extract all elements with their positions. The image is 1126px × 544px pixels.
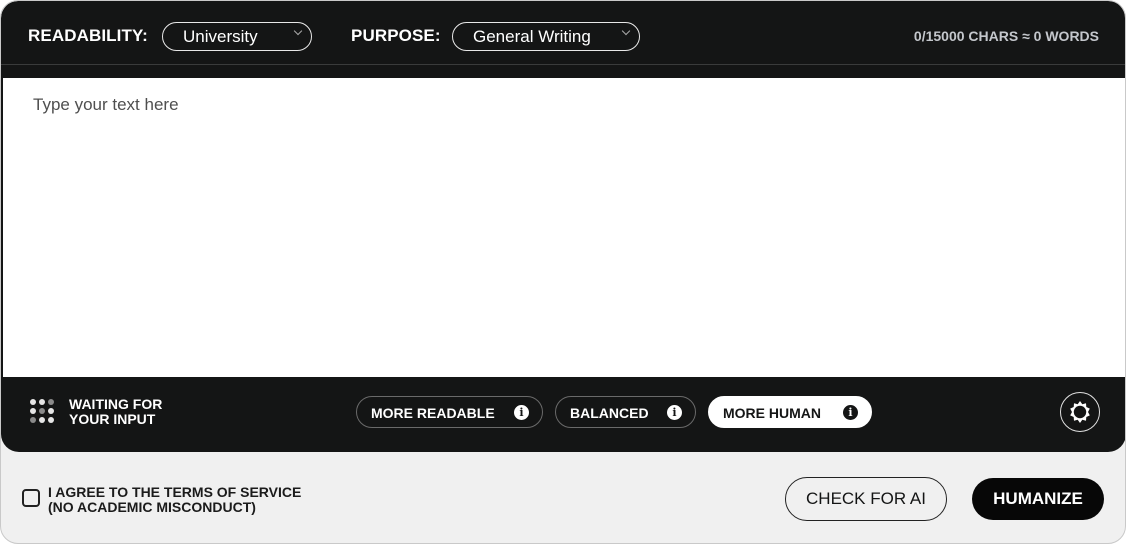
humanizer-card: READABILITY: University PURPOSE: General…: [0, 0, 1126, 544]
terms-label[interactable]: I AGREE TO THE TERMS OF SERVICE (NO ACAD…: [48, 485, 301, 515]
mode-label: MORE READABLE: [371, 405, 495, 421]
readability-label: READABILITY:: [28, 26, 148, 45]
mode-more-human[interactable]: MORE HUMAN i: [708, 396, 872, 428]
terms-checkbox[interactable]: [22, 489, 40, 507]
chevron-down-icon: [293, 26, 303, 36]
readability-value: University: [183, 27, 258, 46]
top-toolbar: READABILITY: University PURPOSE: General…: [1, 1, 1125, 65]
terms-line-2: (NO ACADEMIC MISCONDUCT): [48, 499, 256, 515]
gear-icon: [1070, 401, 1090, 423]
mode-label: MORE HUMAN: [723, 405, 821, 421]
check-for-ai-button[interactable]: CHECK FOR AI: [785, 477, 947, 521]
settings-button[interactable]: [1060, 392, 1100, 432]
purpose-select[interactable]: General Writing: [452, 22, 640, 51]
status-line-1: WAITING FOR: [69, 396, 163, 412]
status-text: WAITING FOR YOUR INPUT: [69, 397, 162, 427]
info-icon[interactable]: i: [843, 405, 858, 420]
mode-more-readable[interactable]: MORE READABLE i: [356, 396, 543, 428]
purpose-value: General Writing: [473, 27, 591, 46]
humanize-button[interactable]: HUMANIZE: [972, 478, 1104, 520]
readability-select[interactable]: University: [162, 22, 312, 51]
editor-panel: READABILITY: University PURPOSE: General…: [1, 1, 1125, 452]
status-line-2: YOUR INPUT: [69, 411, 156, 427]
text-input[interactable]: [3, 78, 1125, 377]
dot-grid-icon: [30, 399, 54, 423]
purpose-label: PURPOSE:: [351, 26, 441, 45]
info-icon[interactable]: i: [514, 405, 529, 420]
info-icon[interactable]: i: [667, 405, 682, 420]
chevron-down-icon: [621, 26, 631, 36]
mode-label: BALANCED: [570, 405, 649, 421]
mode-balanced[interactable]: BALANCED i: [555, 396, 696, 428]
terms-line-1: I AGREE TO THE TERMS OF SERVICE: [48, 484, 302, 500]
char-word-count: 0/15000 CHARS ≈ 0 WORDS: [913, 28, 1099, 44]
